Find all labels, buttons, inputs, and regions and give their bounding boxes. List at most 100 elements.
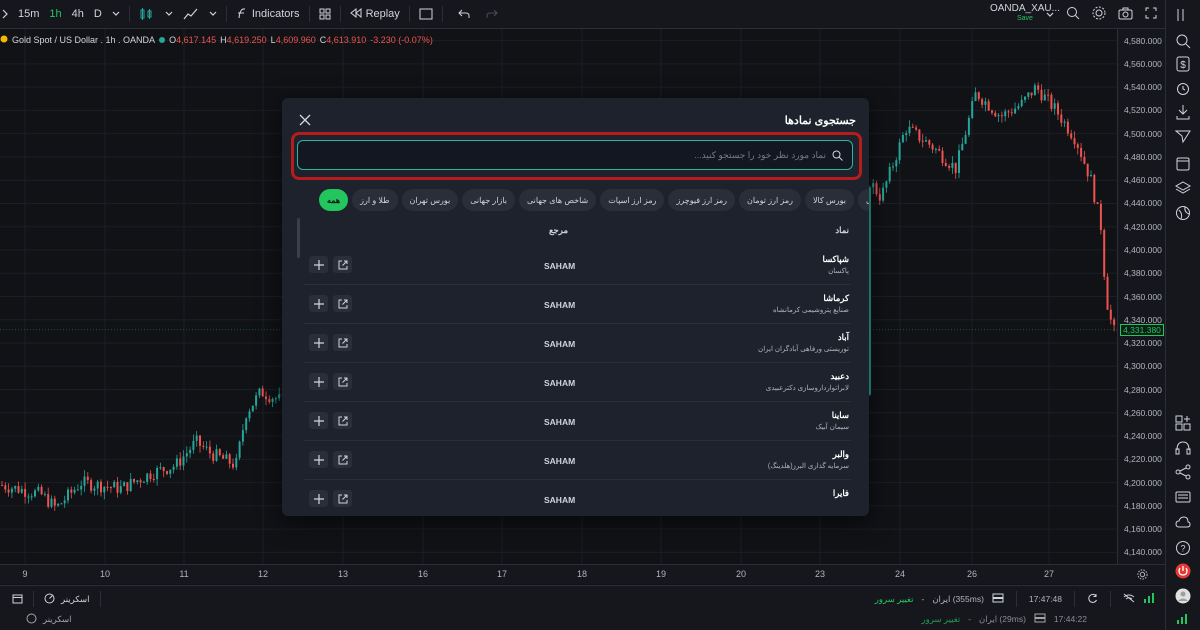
list-item[interactable]: SAHAM دعبید لابراتوارداروسازی دکترعبیدی xyxy=(304,363,851,402)
scrollbar[interactable] xyxy=(297,218,300,258)
external-link-icon xyxy=(338,416,347,425)
price-axis[interactable]: 4,580.000 4,560.000 4,540.000 4,520.000 4,50… xyxy=(1117,29,1165,564)
open-symbol-button[interactable] xyxy=(333,334,352,351)
camera-icon[interactable] xyxy=(1118,7,1133,23)
change-server-link-2[interactable]: تغییر سرور xyxy=(922,614,961,625)
keyboard-icon[interactable] xyxy=(1175,489,1191,505)
server-status: ایران (355ms) xyxy=(932,593,984,604)
candle xyxy=(997,113,1000,123)
open-symbol-button[interactable] xyxy=(333,295,352,312)
screener-icon[interactable] xyxy=(26,613,37,626)
price-tick: 4,460.000 xyxy=(1124,175,1162,186)
candle xyxy=(1080,142,1083,162)
widgets-add-icon[interactable] xyxy=(1175,415,1191,431)
download-icon[interactable] xyxy=(1175,104,1191,120)
candle xyxy=(126,482,129,495)
category-tab[interactable]: بورس تهران xyxy=(401,189,459,211)
symbol-name: ساینا xyxy=(831,410,849,420)
add-to-watchlist-button[interactable] xyxy=(309,451,328,468)
list-item[interactable]: SAHAM والبر سرمایه گذاری البرز(هلدینگ) xyxy=(304,441,851,480)
category-tab[interactable]: سهام جهانی xyxy=(858,189,869,211)
category-tab[interactable]: همه xyxy=(319,189,349,211)
price-tick: 4,160.000 xyxy=(1124,524,1162,535)
bottom-left-group: اسکرینر xyxy=(0,591,105,607)
refresh-icon[interactable] xyxy=(1087,593,1098,606)
screener-icon[interactable] xyxy=(44,593,55,606)
fullscreen-icon[interactable] xyxy=(1145,7,1157,22)
rectangle-icon[interactable] xyxy=(414,0,438,29)
power-icon[interactable] xyxy=(1175,563,1191,579)
timeframe-d[interactable]: D xyxy=(89,0,107,29)
quick-search-icon[interactable] xyxy=(1066,6,1080,23)
open-symbol-button[interactable] xyxy=(333,256,352,273)
settings-gear-icon[interactable] xyxy=(1092,6,1106,23)
candle xyxy=(208,440,211,459)
category-tab[interactable]: شاخص های جهانی xyxy=(519,189,597,211)
layout-grid-icon[interactable] xyxy=(314,0,336,29)
chevron-down-icon[interactable] xyxy=(160,0,178,29)
replay-button[interactable]: Replay xyxy=(345,0,405,29)
category-tab[interactable]: رمز ارز اسپات xyxy=(600,189,665,211)
add-icon[interactable] xyxy=(0,0,13,29)
time-axis[interactable]: 9 10 11 12 13 16 17 18 19 20 23 24 26 27 xyxy=(0,564,1165,584)
axis-settings-icon[interactable] xyxy=(1137,569,1148,583)
timeframe-1h[interactable]: 1h xyxy=(44,0,66,29)
add-to-watchlist-button[interactable] xyxy=(309,334,328,351)
results-list[interactable]: SAHAM شپاکسا پاکسان SAHAM کرماشا صنایع پتروشی… xyxy=(304,246,851,508)
hamburger-icon[interactable] xyxy=(1175,7,1191,23)
redo-icon[interactable] xyxy=(481,0,503,29)
symbol-reference: SAHAM xyxy=(544,495,576,505)
list-item[interactable]: SAHAM آباد توریستی ورفاهی آبادگران ایران xyxy=(304,324,851,363)
calendar-icon[interactable] xyxy=(1175,155,1191,171)
timeframe-4h[interactable]: 4h xyxy=(67,0,89,29)
add-to-watchlist-button[interactable] xyxy=(309,295,328,312)
screener-button-2[interactable]: اسکرینر xyxy=(43,614,72,625)
calendar-small-icon[interactable] xyxy=(12,593,23,606)
list-item[interactable]: SAHAM ساینا سیمان آبیک xyxy=(304,402,851,441)
globe-icon[interactable] xyxy=(1175,205,1191,221)
layers-icon[interactable] xyxy=(1175,180,1191,196)
chevron-down-icon[interactable] xyxy=(204,0,222,29)
category-tab[interactable]: بورس کالا xyxy=(804,189,854,211)
trading-app: 15m 1h 4h D Indicators Replay OANDA_XAU.… xyxy=(0,0,1200,630)
category-tab[interactable]: رمز ارز تومان xyxy=(739,189,801,211)
time-tick: 13 xyxy=(337,569,349,579)
add-to-watchlist-button[interactable] xyxy=(309,412,328,429)
line-chart-icon[interactable] xyxy=(178,0,204,29)
add-to-watchlist-button[interactable] xyxy=(309,256,328,273)
list-item[interactable]: SAHAM شپاکسا پاکسان xyxy=(304,246,851,285)
open-symbol-button[interactable] xyxy=(333,451,352,468)
open-symbol-button[interactable] xyxy=(333,412,352,429)
paper-plane-icon[interactable] xyxy=(1175,128,1191,144)
chevron-down-icon[interactable] xyxy=(1046,9,1054,21)
list-item[interactable]: SAHAM کرماشا صنایع پتروشیمی کرمانشاه xyxy=(304,285,851,324)
cloud-icon[interactable] xyxy=(1175,514,1191,530)
alarm-clock-icon[interactable] xyxy=(1175,80,1191,96)
category-tab[interactable]: رمز ارز فیوچرز xyxy=(668,189,736,211)
indicators-button[interactable]: Indicators xyxy=(231,0,305,29)
add-to-watchlist-button[interactable] xyxy=(309,373,328,390)
category-tab[interactable]: بازار جهانی xyxy=(462,189,515,211)
add-to-watchlist-button[interactable] xyxy=(309,490,328,507)
search-icon[interactable] xyxy=(1175,33,1191,49)
avatar-icon[interactable] xyxy=(1175,588,1191,604)
change-server-link[interactable]: تغییر سرور xyxy=(875,594,914,605)
list-item[interactable]: SAHAM فایرا xyxy=(304,480,851,508)
close-icon[interactable] xyxy=(298,113,312,127)
candle xyxy=(67,487,69,504)
open-symbol-button[interactable] xyxy=(333,490,352,507)
dollar-icon[interactable]: $ xyxy=(1175,56,1191,72)
open-symbol-button[interactable] xyxy=(333,373,352,390)
share-icon[interactable] xyxy=(1175,464,1191,480)
timeframe-15m[interactable]: 15m xyxy=(13,0,44,29)
undo-icon[interactable] xyxy=(453,0,475,29)
price-tick: 4,140.000 xyxy=(1124,547,1162,558)
candles-icon[interactable] xyxy=(134,0,160,29)
headset-icon[interactable] xyxy=(1175,440,1191,456)
screener-button[interactable]: اسکرینر xyxy=(61,594,90,605)
wifi-off-icon[interactable] xyxy=(1123,593,1135,605)
help-icon[interactable]: ? xyxy=(1175,540,1191,556)
chevron-down-icon[interactable] xyxy=(107,0,125,29)
time-tick: 11 xyxy=(179,569,189,579)
category-tab[interactable]: طلا و ارز xyxy=(352,189,398,211)
